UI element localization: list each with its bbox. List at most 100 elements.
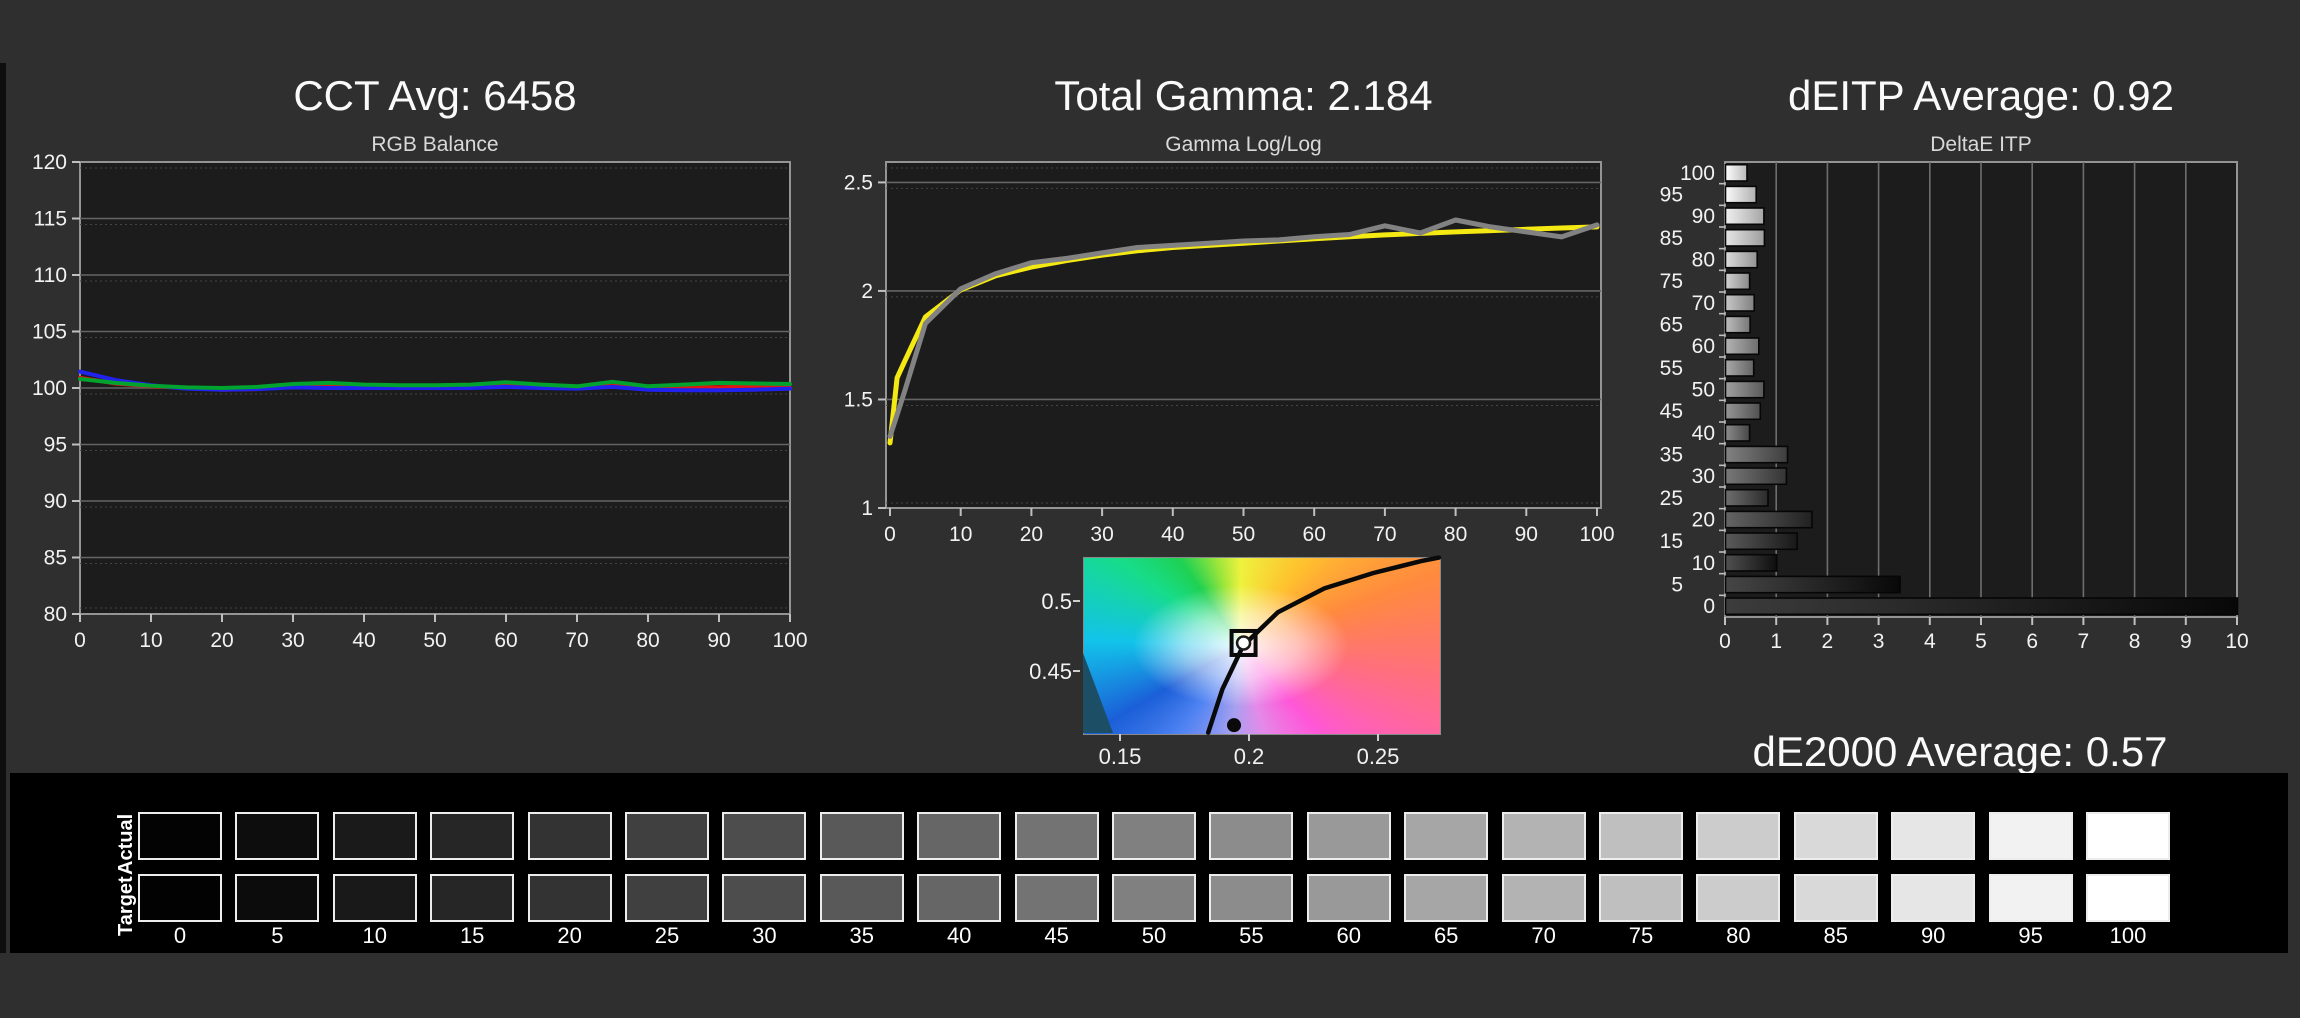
ramp-actual-swatch-90 (1891, 812, 1976, 860)
deitp-bar-100 (1724, 163, 1748, 182)
ramp-target-swatch-55 (1209, 874, 1294, 922)
ramp-level-label-60: 60 (1336, 923, 1362, 948)
ramp-actual-swatch-65 (1404, 812, 1489, 860)
cie-xtick-015: 0.15 (1098, 744, 1142, 769)
svg-text:2.5: 2.5 (844, 171, 873, 194)
svg-text:45: 45 (1660, 400, 1683, 423)
svg-text:10: 10 (2225, 630, 2248, 653)
svg-text:1.5: 1.5 (844, 388, 873, 411)
ramp-actual-swatch-40 (917, 812, 1002, 860)
deitp-bar-5 (1724, 575, 1901, 594)
svg-text:50: 50 (423, 629, 446, 652)
ramp-actual-swatch-95 (1988, 812, 2073, 860)
svg-text:20: 20 (1692, 509, 1715, 532)
svg-text:60: 60 (1692, 335, 1715, 358)
ramp-level-label-20: 20 (557, 923, 582, 948)
svg-text:5: 5 (1975, 630, 1987, 653)
svg-text:120: 120 (32, 151, 67, 174)
svg-text:0: 0 (1703, 595, 1715, 618)
deitp-bar-75 (1724, 272, 1751, 291)
ramp-target-swatch-80 (1696, 874, 1781, 922)
svg-text:80: 80 (1444, 523, 1467, 546)
cie-overlay (1083, 555, 1442, 735)
svg-text:60: 60 (494, 629, 517, 652)
ramp-actual-swatch-5 (235, 812, 320, 860)
svg-text:10: 10 (139, 629, 162, 652)
ramp-level-label-0: 0 (173, 923, 187, 948)
ramp-level-label-35: 35 (849, 923, 875, 948)
svg-text:70: 70 (1692, 292, 1715, 315)
svg-text:20: 20 (210, 629, 233, 652)
cie-xtick-025: 0.25 (1356, 744, 1400, 769)
ramp-actual-swatch-35 (819, 812, 904, 860)
svg-text:2: 2 (1822, 630, 1834, 653)
deitp-bar-55 (1724, 358, 1755, 377)
ramp-target-swatch-65 (1404, 874, 1489, 922)
de2000-average-label: dE2000 Average: 0.57 (1752, 728, 2168, 775)
calibration-report: CCT Avg: 6458 RGB Balance Total Gamma: 2… (0, 0, 2300, 1018)
ramp-target-swatch-0 (138, 874, 222, 922)
svg-text:100: 100 (772, 629, 807, 652)
gamma-loglog-chart: 1 1.5 2 2.5 0 10 20 30 40 50 60 70 80 90 100 (844, 161, 1615, 546)
ramp-actual-swatch-20 (527, 812, 612, 860)
deitp-bar-85 (1724, 228, 1766, 247)
deitp-bar-25 (1724, 488, 1769, 507)
cie-xtick-mark (1248, 734, 1250, 741)
ramp-target-swatch-20 (527, 874, 612, 922)
ramp-actual-swatch-15 (430, 812, 515, 860)
svg-text:95: 95 (1660, 184, 1683, 207)
ramp-actual-swatch-60 (1306, 812, 1391, 860)
grayscale-ramp-panel: Actual Target 0 5 10 15 20 25 30 35 40 45 50 55 60 65… (10, 773, 2288, 953)
svg-text:90: 90 (44, 490, 67, 513)
gamma-plot-area: 1 1.5 2 2.5 0 10 20 30 40 50 60 70 80 90 100 (844, 161, 1615, 546)
ramp-target-swatch-45 (1014, 874, 1099, 922)
ramp-target-swatch-75 (1599, 874, 1683, 922)
ramp-row-label-actual: Actual (115, 813, 137, 875)
deitp-bar-30 (1724, 467, 1788, 486)
ramp-actual-swatch-45 (1014, 812, 1099, 860)
svg-text:85: 85 (1660, 227, 1683, 250)
ramp-actual-swatch-85 (1793, 812, 1878, 860)
svg-text:0: 0 (1719, 630, 1731, 653)
svg-text:100: 100 (1579, 523, 1614, 546)
svg-text:80: 80 (636, 629, 659, 652)
ramp-target-swatch-70 (1501, 874, 1586, 922)
cie-xtick-mark (1119, 734, 1121, 741)
cie-ytick-045: 0.45 (1029, 659, 1072, 684)
ramp-actual-swatch-55 (1209, 812, 1294, 860)
ramp-level-label-85: 85 (1823, 923, 1849, 948)
svg-text:35: 35 (1660, 444, 1683, 467)
svg-text:4: 4 (1924, 630, 1936, 653)
deitp-bar-15 (1724, 532, 1798, 551)
svg-text:70: 70 (1373, 523, 1396, 546)
svg-text:10: 10 (949, 523, 972, 546)
ramp-level-label-75: 75 (1628, 923, 1654, 948)
svg-text:80: 80 (44, 603, 67, 626)
ramp-actual-swatch-30 (722, 812, 807, 860)
svg-text:70: 70 (565, 629, 588, 652)
ramp-level-label-25: 25 (654, 923, 680, 948)
ramp-target-swatch-25 (625, 874, 709, 922)
ramp-actual-swatch-50 (1112, 812, 1196, 860)
svg-text:40: 40 (1692, 422, 1715, 445)
ramp-target-swatch-35 (819, 874, 904, 922)
deitp-bar-70 (1724, 293, 1756, 312)
svg-text:25: 25 (1660, 487, 1683, 510)
ramp-level-label-30: 30 (752, 923, 777, 948)
svg-text:85: 85 (44, 547, 67, 570)
ramp-level-label-70: 70 (1531, 923, 1556, 948)
ramp-target-swatch-5 (235, 874, 320, 922)
ramp-actual-swatch-0 (138, 812, 222, 860)
svg-text:1: 1 (861, 497, 873, 520)
ramp-level-label-40: 40 (946, 923, 972, 948)
svg-text:75: 75 (1660, 270, 1683, 293)
ramp-actual-swatch-80 (1696, 812, 1781, 860)
deitp-average-title: dEITP Average: 0.92 (1787, 72, 2175, 119)
ramp-actual-swatch-70 (1501, 812, 1586, 860)
ramp-target-swatch-85 (1793, 874, 1878, 922)
deitp-bar-80 (1724, 250, 1759, 269)
deitp-bar-95 (1724, 185, 1758, 204)
deitp-plot-area: 0 1 2 3 4 5 6 7 8 9 101009590858075706560555045403… (1660, 161, 2249, 653)
cie-xtick-02: 0.2 (1233, 744, 1265, 769)
ramp-level-label-45: 45 (1044, 923, 1069, 948)
